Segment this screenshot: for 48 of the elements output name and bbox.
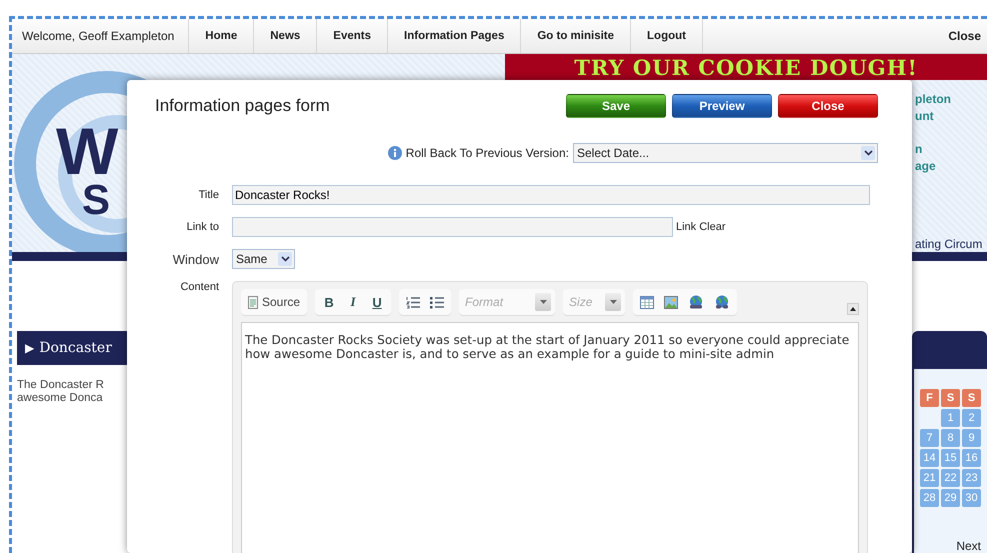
text-style-button[interactable]: U <box>367 292 388 312</box>
news-ticker-text: ating Circum <box>915 237 984 251</box>
caret-icon <box>535 293 552 311</box>
caret-icon <box>605 293 622 311</box>
chevron-icon <box>861 146 875 160</box>
close-button[interactable]: Close <box>778 94 878 118</box>
field-label: Link to <box>186 221 219 233</box>
nav-link[interactable]: News <box>254 19 318 53</box>
link-input[interactable] <box>232 217 673 237</box>
editor-text[interactable]: The Doncaster Rocks Society was set-up at the start of January 2011 so everyone could appreciate how awesome Doncaster is, and to serve as an example for a guide to mini-site admin <box>241 322 859 553</box>
document-icon <box>248 296 258 308</box>
collapse-toolbar-button[interactable] <box>847 303 859 315</box>
field-label: Window <box>172 252 219 266</box>
banner: TRY OUR COOKIE DOUGH! <box>505 54 987 80</box>
title-input[interactable]: Doncaster Rocks! <box>232 185 870 205</box>
weekday-label: S <box>962 389 981 407</box>
welcome-text: Welcome, Geoff Exampleton <box>12 19 190 53</box>
text-style-button[interactable]: B <box>319 292 340 312</box>
nav-link[interactable]: Events <box>317 19 388 53</box>
next-link[interactable]: Next <box>956 539 981 553</box>
nav-link[interactable]: Logout <box>631 19 703 53</box>
sidebar-link[interactable]: age <box>915 159 987 173</box>
field-label: Content <box>179 281 219 293</box>
chevron-icon <box>278 252 292 266</box>
preview-button[interactable]: Preview <box>672 94 772 118</box>
excerpt-text: awesome Donca <box>17 392 104 405</box>
excerpt-text: The Doncaster R <box>17 379 105 392</box>
nav-link[interactable]: Go to minisite <box>521 19 632 53</box>
weekday-label: S <box>941 389 960 407</box>
nav-link[interactable]: Home <box>189 19 254 53</box>
text-style-button[interactable]: I <box>343 292 364 312</box>
close-link[interactable]: Close <box>948 19 987 53</box>
link-clear-link[interactable]: Link Clear <box>676 221 726 233</box>
nav-link[interactable]: Information Pages <box>388 19 522 53</box>
rollback-label: Roll Back To Previous Version: <box>406 146 569 160</box>
weekday-label: F <box>920 389 939 407</box>
field-label: Title <box>198 189 219 201</box>
sidebar-link[interactable]: n <box>915 142 987 156</box>
info-icon <box>388 146 402 160</box>
sidebar-link[interactable]: unt <box>915 109 987 123</box>
sidebar-link[interactable]: pleton <box>915 92 987 106</box>
dialog-title: Information pages form <box>155 96 331 116</box>
triangle-icon <box>850 307 856 311</box>
triangle-icon: ▶ <box>25 341 34 355</box>
version-select[interactable]: Select Date... <box>573 143 878 163</box>
save-button[interactable]: Save <box>566 94 666 118</box>
window-select[interactable]: Same <box>232 249 295 269</box>
section-title: Doncaster <box>39 340 112 356</box>
